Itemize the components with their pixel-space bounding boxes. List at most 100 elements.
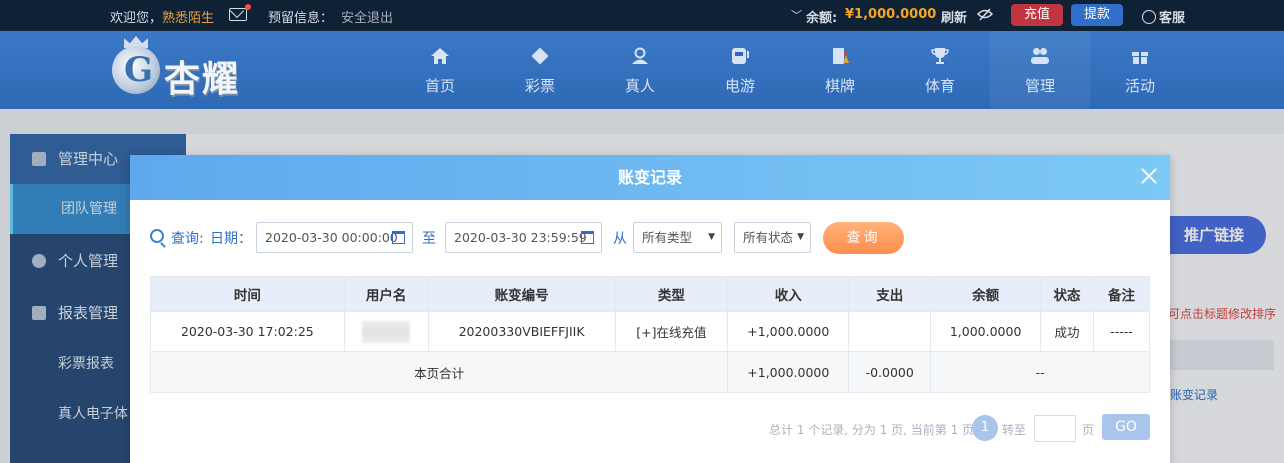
summary-income: +1,000.0000 xyxy=(727,351,850,393)
gift-icon xyxy=(1132,52,1148,64)
page-button-current[interactable]: 1 xyxy=(972,415,998,441)
filter-bar: 查询: 日期： 2020-03-30 00:00:00 至 2020-03-30… xyxy=(130,200,1170,276)
time-cell: 2020-03-30 17:02:25 xyxy=(150,311,345,352)
expense-cell xyxy=(848,311,932,352)
status-select[interactable]: 所有状态 ▼ xyxy=(734,222,811,253)
page-word-label: 页 xyxy=(1082,423,1095,437)
logo-text: 杏耀 xyxy=(164,59,241,100)
withdraw-button[interactable]: 提款 xyxy=(1071,4,1123,26)
type-select-value: 所有类型 xyxy=(642,230,693,245)
users-icon xyxy=(1031,48,1049,64)
go-button[interactable]: GO xyxy=(1102,414,1150,440)
deposit-button[interactable]: 充值 xyxy=(1011,4,1063,26)
username[interactable]: 熟悉陌生 xyxy=(162,11,214,26)
mail-icon[interactable] xyxy=(229,4,251,21)
top-bar: 欢迎您，熟悉陌生 预留信息： 安全退出 ﹀ 余额: ¥1,000.0000 刷新… xyxy=(0,0,1284,31)
live-dealer-icon xyxy=(632,47,648,64)
site-logo[interactable]: 杏耀 xyxy=(110,36,260,104)
hide-balance-icon[interactable] xyxy=(977,8,993,21)
date-label: 日期： xyxy=(210,231,252,247)
transaction-record-modal: 账变记录 查询: 日期： 2020-03-30 00:00:00 至 2020-… xyxy=(130,155,1170,463)
search-icon xyxy=(150,229,164,243)
query-label: 查询: xyxy=(171,231,204,247)
nav-label: 电游 xyxy=(724,77,755,95)
customer-service-label: 客服 xyxy=(1159,11,1186,26)
nav-lottery[interactable]: 彩票 xyxy=(490,31,590,109)
from-label: 从 xyxy=(613,231,627,247)
nav-label: 活动 xyxy=(1124,77,1155,95)
transaction-table: 时间 用户名 账变编号 类型 收入 支出 余额 状态 备注 2020-03-30… xyxy=(149,276,1150,393)
slot-icon xyxy=(732,48,749,64)
column-header[interactable]: 类型 xyxy=(614,276,729,312)
modal-title: 账变记录 xyxy=(130,155,1170,200)
summary-expense: -0.0000 xyxy=(848,351,932,393)
summary-balance: -- xyxy=(930,351,1150,393)
nav-label: 体育 xyxy=(924,77,955,95)
lottery-icon xyxy=(531,47,549,65)
chat-icon xyxy=(1142,10,1156,24)
status-cell: 成功 xyxy=(1040,311,1095,352)
nav-sports[interactable]: 体育 xyxy=(890,31,990,109)
summary-row: 本页合计 +1,000.0000 -0.0000 -- xyxy=(149,351,1150,393)
column-header[interactable]: 状态 xyxy=(1040,276,1095,312)
summary-label: 本页合计 xyxy=(149,351,729,393)
status-select-value: 所有状态 xyxy=(743,230,794,245)
username-cell xyxy=(343,311,429,352)
logo-mark xyxy=(112,46,160,94)
column-header[interactable]: 账变编号 xyxy=(427,276,616,312)
balance-value: ¥1,000.0000 xyxy=(845,7,937,22)
column-header[interactable]: 用户名 xyxy=(343,276,429,312)
nav-label: 棋牌 xyxy=(824,77,855,95)
search-button[interactable]: 查询 xyxy=(823,222,904,254)
caret-down-icon: ▼ xyxy=(708,232,715,242)
balance-label: 余额: xyxy=(806,11,838,26)
end-date-input[interactable]: 2020-03-30 23:59:59 xyxy=(445,222,602,253)
chevron-down-icon[interactable]: ﹀ xyxy=(791,7,802,23)
pagination-info: 总计 1 个记录, 分为 1 页, 当前第 1 页 xyxy=(769,423,975,437)
to-label: 至 xyxy=(422,231,436,247)
nav-label: 彩票 xyxy=(524,77,555,95)
column-header[interactable]: 余额 xyxy=(930,276,1042,312)
nav-slots[interactable]: 电游 xyxy=(690,31,790,109)
nav-manage[interactable]: 管理 xyxy=(990,31,1090,109)
refresh-button[interactable]: 刷新 xyxy=(941,7,967,26)
trophy-icon xyxy=(931,48,949,64)
welcome-label: 欢迎您， xyxy=(110,11,163,26)
nav-label: 真人 xyxy=(624,77,655,95)
start-date-value: 2020-03-30 00:00:00 xyxy=(265,230,398,245)
reserved-info-label: 预留信息： xyxy=(268,11,334,26)
note-cell: ----- xyxy=(1093,311,1150,352)
calendar-icon[interactable] xyxy=(392,231,405,244)
end-date-value: 2020-03-30 23:59:59 xyxy=(454,230,587,245)
income-cell: +1,000.0000 xyxy=(727,311,850,352)
column-header[interactable]: 备注 xyxy=(1093,276,1150,312)
type-select[interactable]: 所有类型 ▼ xyxy=(633,222,722,253)
close-icon[interactable] xyxy=(1139,166,1159,186)
unread-dot xyxy=(245,4,251,10)
welcome-text: 欢迎您，熟悉陌生 xyxy=(110,7,214,26)
start-date-input[interactable]: 2020-03-30 00:00:00 xyxy=(256,222,413,253)
blurred-username xyxy=(362,320,411,343)
logout-link[interactable]: 安全退出 xyxy=(341,7,393,26)
nav-cards[interactable]: 棋牌 xyxy=(790,31,890,109)
code-cell: 20200330VBIEFFJIIK xyxy=(427,311,616,352)
caret-down-icon: ▼ xyxy=(797,232,804,242)
nav-label: 管理 xyxy=(1024,77,1055,95)
jump-label: 转至 xyxy=(1002,423,1027,437)
column-header[interactable]: 支出 xyxy=(848,276,932,312)
nav-label: 首页 xyxy=(424,77,455,95)
balance-cell: 1,000.0000 xyxy=(930,311,1042,352)
page-number-input[interactable] xyxy=(1034,415,1076,442)
home-icon xyxy=(431,48,449,64)
nav-live[interactable]: 真人 xyxy=(590,31,690,109)
pagination: 总计 1 个记录, 分为 1 页, 当前第 1 页 1 转至 页 GO xyxy=(130,414,1170,442)
column-header[interactable]: 时间 xyxy=(150,276,345,312)
table-header-row: 时间 用户名 账变编号 类型 收入 支出 余额 状态 备注 xyxy=(150,276,1150,312)
customer-service-button[interactable]: 客服 xyxy=(1142,7,1185,26)
nav-events[interactable]: 活动 xyxy=(1090,31,1190,109)
table-row: 2020-03-30 17:02:25 20200330VBIEFFJIIK [… xyxy=(150,311,1150,352)
nav-home[interactable]: 首页 xyxy=(390,31,490,109)
type-cell: [+]在线充值 xyxy=(614,311,729,352)
column-header[interactable]: 收入 xyxy=(727,276,850,312)
calendar-icon[interactable] xyxy=(581,231,594,244)
